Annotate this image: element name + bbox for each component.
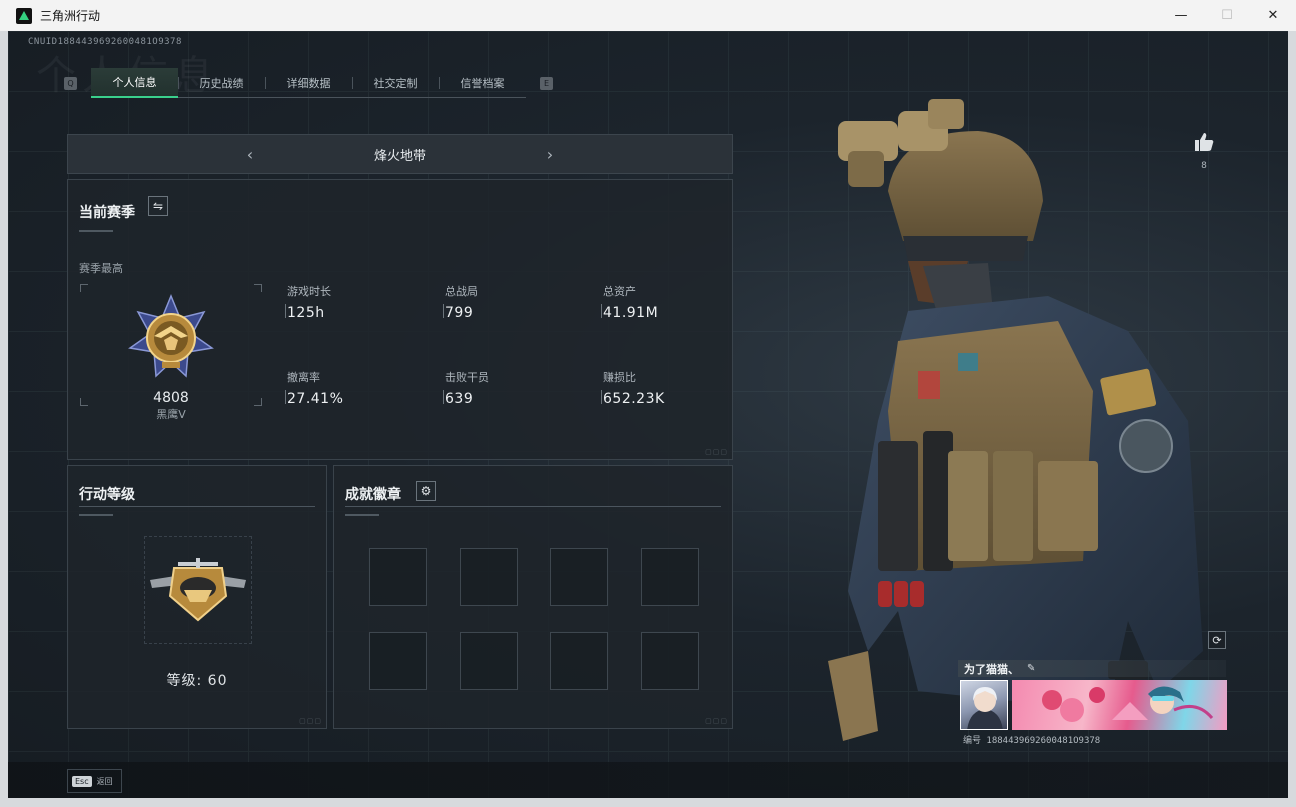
player-card-id: 编号 1884439692600481O9378 bbox=[963, 736, 1101, 746]
title-divider bbox=[79, 506, 315, 507]
level-title: 行动等级 bbox=[79, 487, 135, 503]
stat-divider bbox=[285, 390, 286, 404]
title-divider bbox=[345, 506, 721, 507]
badge-slot[interactable] bbox=[369, 632, 427, 690]
badge-slot[interactable] bbox=[641, 632, 699, 690]
stat-divider bbox=[443, 304, 444, 318]
stat-divider bbox=[601, 390, 602, 404]
tab-personal-info[interactable]: 个人信息 bbox=[91, 68, 178, 98]
season-best-label: 赛季最高 bbox=[79, 262, 123, 275]
title-bar: 三角洲行动 — ☐ ✕ bbox=[0, 0, 1296, 31]
title-underline bbox=[79, 514, 113, 516]
stat-divider bbox=[601, 304, 602, 318]
level-value: 等级: 60 bbox=[166, 673, 228, 689]
rank-name: 黑鹰V bbox=[156, 408, 186, 421]
stat-value-matches: 799 bbox=[445, 305, 474, 321]
back-label: 返回 bbox=[96, 776, 113, 786]
like-count: 8 bbox=[1201, 161, 1207, 171]
stat-label-extract-rate: 撤离率 bbox=[287, 371, 320, 384]
mode-title: 烽火地带 bbox=[373, 148, 426, 164]
tab-detailed-data[interactable]: 详细数据 bbox=[265, 68, 352, 98]
player-name: 为了猫猫、 bbox=[964, 662, 1019, 676]
app-window: 三角洲行动 — ☐ ✕ 个人信息 CNUID1884439692600481O9… bbox=[0, 0, 1296, 807]
stat-label-profit-ratio: 赚损比 bbox=[603, 371, 636, 384]
level-badge-icon bbox=[150, 558, 246, 622]
app-logo-icon bbox=[16, 7, 32, 24]
badge-slot[interactable] bbox=[641, 548, 699, 606]
refresh-card-button[interactable]: ⟳ bbox=[1208, 631, 1226, 649]
title-underline bbox=[79, 230, 113, 232]
stat-value-assets: 41.91M bbox=[603, 305, 659, 321]
tab-reputation[interactable]: 信誉档案 bbox=[439, 68, 526, 98]
stat-divider bbox=[443, 390, 444, 404]
profile-banner[interactable] bbox=[1012, 680, 1227, 730]
stat-value-kills: 639 bbox=[445, 391, 474, 407]
badge-settings-button[interactable]: ⚙ bbox=[416, 481, 436, 501]
stat-divider bbox=[285, 304, 286, 318]
stat-value-playtime: 125h bbox=[287, 305, 325, 321]
badge-slot[interactable] bbox=[460, 548, 518, 606]
avatar-portrait-icon bbox=[967, 687, 1003, 729]
rank-badge-icon bbox=[128, 294, 214, 378]
season-title: 当前赛季 bbox=[79, 205, 135, 221]
level-panel: 行动等级 等级: 60 ▢▢▢ bbox=[67, 465, 327, 729]
switch-season-button[interactable]: ⇋ bbox=[148, 196, 168, 216]
title-underline bbox=[345, 514, 379, 516]
season-panel: 当前赛季 ⇋ 赛季最高 4808 黑鹰V 游戏时长 125h 总战局 799 总… bbox=[67, 179, 733, 460]
stat-label-kills: 击败干员 bbox=[445, 371, 489, 384]
profile-tabs: Q 个人信息 历史战绩 详细数据 社交定制 信誉档案 E bbox=[64, 68, 553, 98]
esc-key-hint: Esc bbox=[72, 775, 92, 787]
stat-value-extract-rate: 27.41% bbox=[287, 391, 344, 407]
bottom-bar bbox=[8, 762, 1288, 798]
tab-next-key[interactable]: E bbox=[540, 76, 553, 90]
stat-value-profit-ratio: 652.23K bbox=[603, 391, 665, 407]
panel-decor: ▢▢▢ bbox=[299, 717, 322, 725]
window-title: 三角洲行动 bbox=[40, 9, 101, 23]
badge-slot[interactable] bbox=[369, 548, 427, 606]
gear-icon: ⚙ bbox=[420, 484, 432, 498]
back-button[interactable]: Esc 返回 bbox=[67, 769, 122, 793]
cnuid-label: CNUID1884439692600481O9378 bbox=[28, 37, 182, 47]
stat-label-matches: 总战局 bbox=[445, 285, 478, 298]
maximize-button[interactable]: ☐ bbox=[1204, 0, 1250, 31]
tab-match-history[interactable]: 历史战绩 bbox=[178, 68, 265, 98]
badge-slot[interactable] bbox=[550, 548, 608, 606]
swap-icon: ⇋ bbox=[152, 199, 164, 213]
thumbs-up-icon bbox=[1195, 133, 1214, 151]
edit-name-icon[interactable]: ✎ bbox=[1027, 663, 1035, 674]
mode-selector: ‹ 烽火地带 › bbox=[67, 134, 733, 174]
tab-strip: 个人信息 历史战绩 详细数据 社交定制 信誉档案 bbox=[91, 68, 526, 98]
tab-social-custom[interactable]: 社交定制 bbox=[352, 68, 439, 98]
close-button[interactable]: ✕ bbox=[1250, 0, 1296, 31]
badges-title: 成就徽章 bbox=[345, 487, 401, 503]
badges-panel: 成就徽章 ⚙ ▢▢▢ bbox=[333, 465, 733, 729]
stat-label-playtime: 游戏时长 bbox=[287, 285, 331, 298]
badge-slot[interactable] bbox=[550, 632, 608, 690]
badge-slot[interactable] bbox=[460, 632, 518, 690]
window-controls: — ☐ ✕ bbox=[1158, 0, 1296, 31]
panel-decor: ▢▢▢ bbox=[705, 717, 728, 725]
minimize-button[interactable]: — bbox=[1158, 0, 1204, 31]
game-viewport: 个人信息 CNUID1884439692600481O9378 Q 个人信息 历… bbox=[8, 31, 1288, 798]
stat-label-assets: 总资产 bbox=[603, 285, 636, 298]
banner-artwork bbox=[1042, 686, 1214, 722]
mode-next-button[interactable]: › bbox=[450, 145, 650, 164]
tab-prev-key[interactable]: Q bbox=[64, 76, 77, 90]
mode-prev-button[interactable]: ‹ bbox=[150, 145, 350, 164]
avatar[interactable] bbox=[960, 680, 1008, 730]
rank-score: 4808 bbox=[153, 390, 189, 406]
player-card-header: 为了猫猫、 ✎ bbox=[958, 660, 1226, 677]
refresh-icon: ⟳ bbox=[1212, 633, 1222, 647]
like-button[interactable] bbox=[1192, 131, 1216, 157]
panel-decor: ▢▢▢ bbox=[705, 448, 728, 456]
